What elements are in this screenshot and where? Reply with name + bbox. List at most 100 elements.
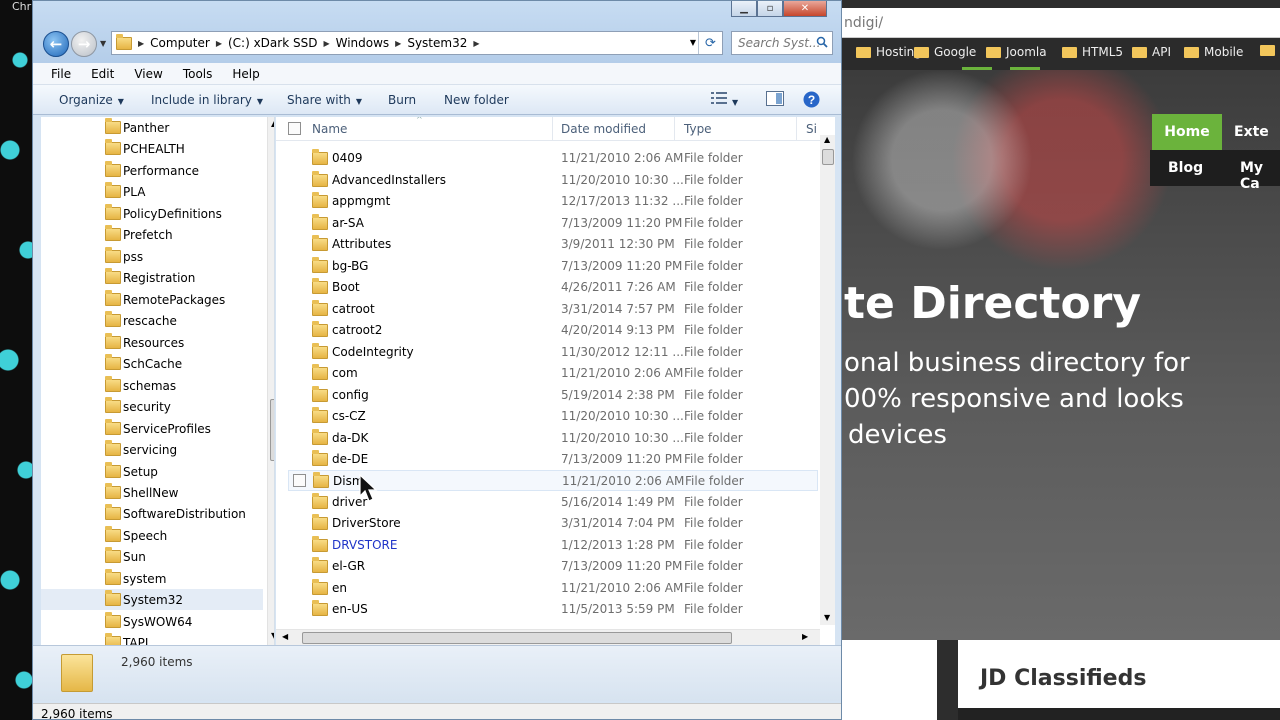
bookmark-joomla[interactable]: Joomla: [986, 45, 1047, 59]
nav-folder[interactable]: TAPI: [41, 632, 263, 645]
breadcrumb-drive[interactable]: (C:) xDark SSD: [222, 36, 323, 50]
nav-folder[interactable]: Setup: [41, 461, 263, 482]
nav-scrollbar[interactable]: ▲ ▼: [267, 117, 274, 645]
nav-blog-link[interactable]: Blog: [1168, 160, 1203, 176]
nav-folder[interactable]: security: [41, 396, 263, 417]
row-checkbox[interactable]: [293, 474, 306, 487]
nav-folder[interactable]: PolicyDefinitions: [41, 203, 263, 224]
column-type[interactable]: Type: [684, 122, 712, 136]
burn-button[interactable]: Burn: [388, 93, 416, 107]
product-card[interactable]: [842, 640, 937, 720]
nav-folder[interactable]: RemotePackages: [41, 289, 263, 310]
address-bar[interactable]: ▶ Computer ▶ (C:) xDark SSD ▶ Windows ▶ …: [111, 31, 723, 55]
change-view-button[interactable]: ▼: [711, 91, 738, 108]
bookmark-hosting[interactable]: Hosting: [856, 45, 922, 59]
nav-folder[interactable]: SchCache: [41, 353, 263, 374]
nav-folder[interactable]: Resources: [41, 332, 263, 353]
file-row[interactable]: ar-SA 7/13/2009 11:20 PM File folder: [288, 213, 818, 234]
file-row[interactable]: en 11/21/2010 2:06 AM File folder: [288, 578, 818, 599]
scroll-left-icon[interactable]: ◀: [282, 632, 288, 641]
address-dropdown-icon[interactable]: ▼: [690, 38, 696, 47]
browser-address-bar[interactable]: ndigi/: [842, 8, 1280, 38]
bookmark-mobile[interactable]: Mobile: [1184, 45, 1243, 59]
menu-file[interactable]: File: [51, 67, 71, 81]
file-row[interactable]: config 5/19/2014 2:38 PM File folder: [288, 385, 818, 406]
bookmark-google[interactable]: Google: [914, 45, 976, 59]
forward-button[interactable]: →: [71, 31, 97, 57]
nav-folder[interactable]: Panther: [41, 117, 263, 138]
breadcrumb-windows[interactable]: Windows: [330, 36, 396, 50]
nav-extensions-link[interactable]: Exte: [1234, 124, 1269, 140]
back-button[interactable]: ←: [43, 31, 69, 57]
file-row[interactable]: DriverStore 3/31/2014 7:04 PM File folder: [288, 513, 818, 534]
chevron-right-icon[interactable]: ▶: [473, 39, 479, 48]
title-bar[interactable]: ▁ ▫ ✕ ← → ▼ ▶ Computer ▶ (C:) xDark SSD …: [33, 1, 841, 63]
file-row[interactable]: appmgmt 12/17/2013 11:32 ... File folder: [288, 191, 818, 212]
nav-folder[interactable]: PCHEALTH: [41, 138, 263, 159]
file-list-vertical-scrollbar[interactable]: ▲ ▼: [820, 135, 835, 625]
help-button[interactable]: ?: [803, 91, 820, 111]
select-all-checkbox[interactable]: [288, 122, 301, 135]
file-row[interactable]: Attributes 3/9/2011 12:30 PM File folder: [288, 234, 818, 255]
scroll-down-icon[interactable]: ▼: [271, 631, 274, 640]
menu-view[interactable]: View: [134, 67, 162, 81]
nav-home-link[interactable]: Home: [1152, 114, 1222, 150]
nav-folder[interactable]: SoftwareDistribution: [41, 503, 263, 524]
file-row[interactable]: cs-CZ 11/20/2010 10:30 ... File folder: [288, 406, 818, 427]
file-list-scroll-thumb[interactable]: [822, 149, 834, 165]
file-row[interactable]: de-DE 7/13/2009 11:20 PM File folder: [288, 449, 818, 470]
organize-button[interactable]: Organize ▼: [59, 93, 124, 107]
nav-folder[interactable]: Prefetch: [41, 224, 263, 245]
horizontal-scroll-thumb[interactable]: [302, 632, 732, 644]
nav-folder[interactable]: Registration: [41, 267, 263, 288]
nav-folder[interactable]: Speech: [41, 525, 263, 546]
breadcrumb-system32[interactable]: System32: [401, 36, 473, 50]
scroll-right-icon[interactable]: ▶: [802, 632, 808, 641]
maximize-button[interactable]: ▫: [757, 1, 783, 17]
nav-folder[interactable]: schemas: [41, 375, 263, 396]
column-separator[interactable]: [674, 117, 675, 141]
recent-pages-dropdown[interactable]: ▼: [100, 39, 106, 48]
file-row[interactable]: AdvancedInstallers 11/20/2010 10:30 ... Fi…: [288, 170, 818, 191]
file-row[interactable]: 0409 11/21/2010 2:06 AM File folder: [288, 148, 818, 169]
nav-folder-selected[interactable]: System32: [41, 589, 263, 610]
scroll-down-icon[interactable]: ▼: [824, 613, 830, 622]
bookmark-api[interactable]: API: [1132, 45, 1171, 59]
column-separator[interactable]: [796, 117, 797, 141]
breadcrumb-computer[interactable]: Computer: [144, 36, 216, 50]
column-separator[interactable]: [552, 117, 553, 141]
nav-folder[interactable]: PLA: [41, 181, 263, 202]
file-row[interactable]: CodeIntegrity 11/30/2012 12:11 ... File fo…: [288, 342, 818, 363]
file-row[interactable]: catroot 3/31/2014 7:57 PM File folder: [288, 299, 818, 320]
file-row[interactable]: Boot 4/26/2011 7:26 AM File folder: [288, 277, 818, 298]
column-name[interactable]: Name: [312, 122, 347, 136]
menu-edit[interactable]: Edit: [91, 67, 114, 81]
search-input[interactable]: Search Syst...: [731, 31, 833, 55]
column-size[interactable]: Si: [806, 122, 817, 136]
file-row[interactable]: da-DK 11/20/2010 10:30 ... File folder: [288, 428, 818, 449]
product-card[interactable]: JD Classifieds: [958, 640, 1280, 720]
menu-tools[interactable]: Tools: [183, 67, 213, 81]
file-row[interactable]: DRVSTORE 1/12/2013 1:28 PM File folder: [288, 535, 818, 556]
refresh-icon[interactable]: ⟳: [698, 32, 722, 54]
file-row[interactable]: el-GR 7/13/2009 11:20 PM File folder: [288, 556, 818, 577]
nav-folder[interactable]: rescache: [41, 310, 263, 331]
nav-folder[interactable]: Performance: [41, 160, 263, 181]
file-row[interactable]: en-US 11/5/2013 5:59 PM File folder: [288, 599, 818, 620]
nav-folder[interactable]: servicing: [41, 439, 263, 460]
nav-folder[interactable]: system: [41, 568, 263, 589]
file-row[interactable]: com 11/21/2010 2:06 AM File folder: [288, 363, 818, 384]
include-in-library-button[interactable]: Include in library ▼: [151, 93, 263, 107]
scroll-up-icon[interactable]: ▲: [271, 119, 274, 128]
file-list-horizontal-scrollbar[interactable]: ◀ ▶: [276, 629, 820, 645]
bookmark-html5[interactable]: HTML5: [1062, 45, 1123, 59]
search-icon[interactable]: [816, 36, 828, 48]
menu-help[interactable]: Help: [232, 67, 259, 81]
nav-mycart-link[interactable]: My Ca: [1240, 160, 1280, 192]
nav-folder[interactable]: ServiceProfiles: [41, 418, 263, 439]
share-with-button[interactable]: Share with ▼: [287, 93, 362, 107]
file-row[interactable]: catroot2 4/20/2014 9:13 PM File folder: [288, 320, 818, 341]
column-date-modified[interactable]: Date modified: [561, 122, 646, 136]
scroll-up-icon[interactable]: ▲: [824, 135, 830, 144]
new-folder-button[interactable]: New folder: [444, 93, 509, 107]
